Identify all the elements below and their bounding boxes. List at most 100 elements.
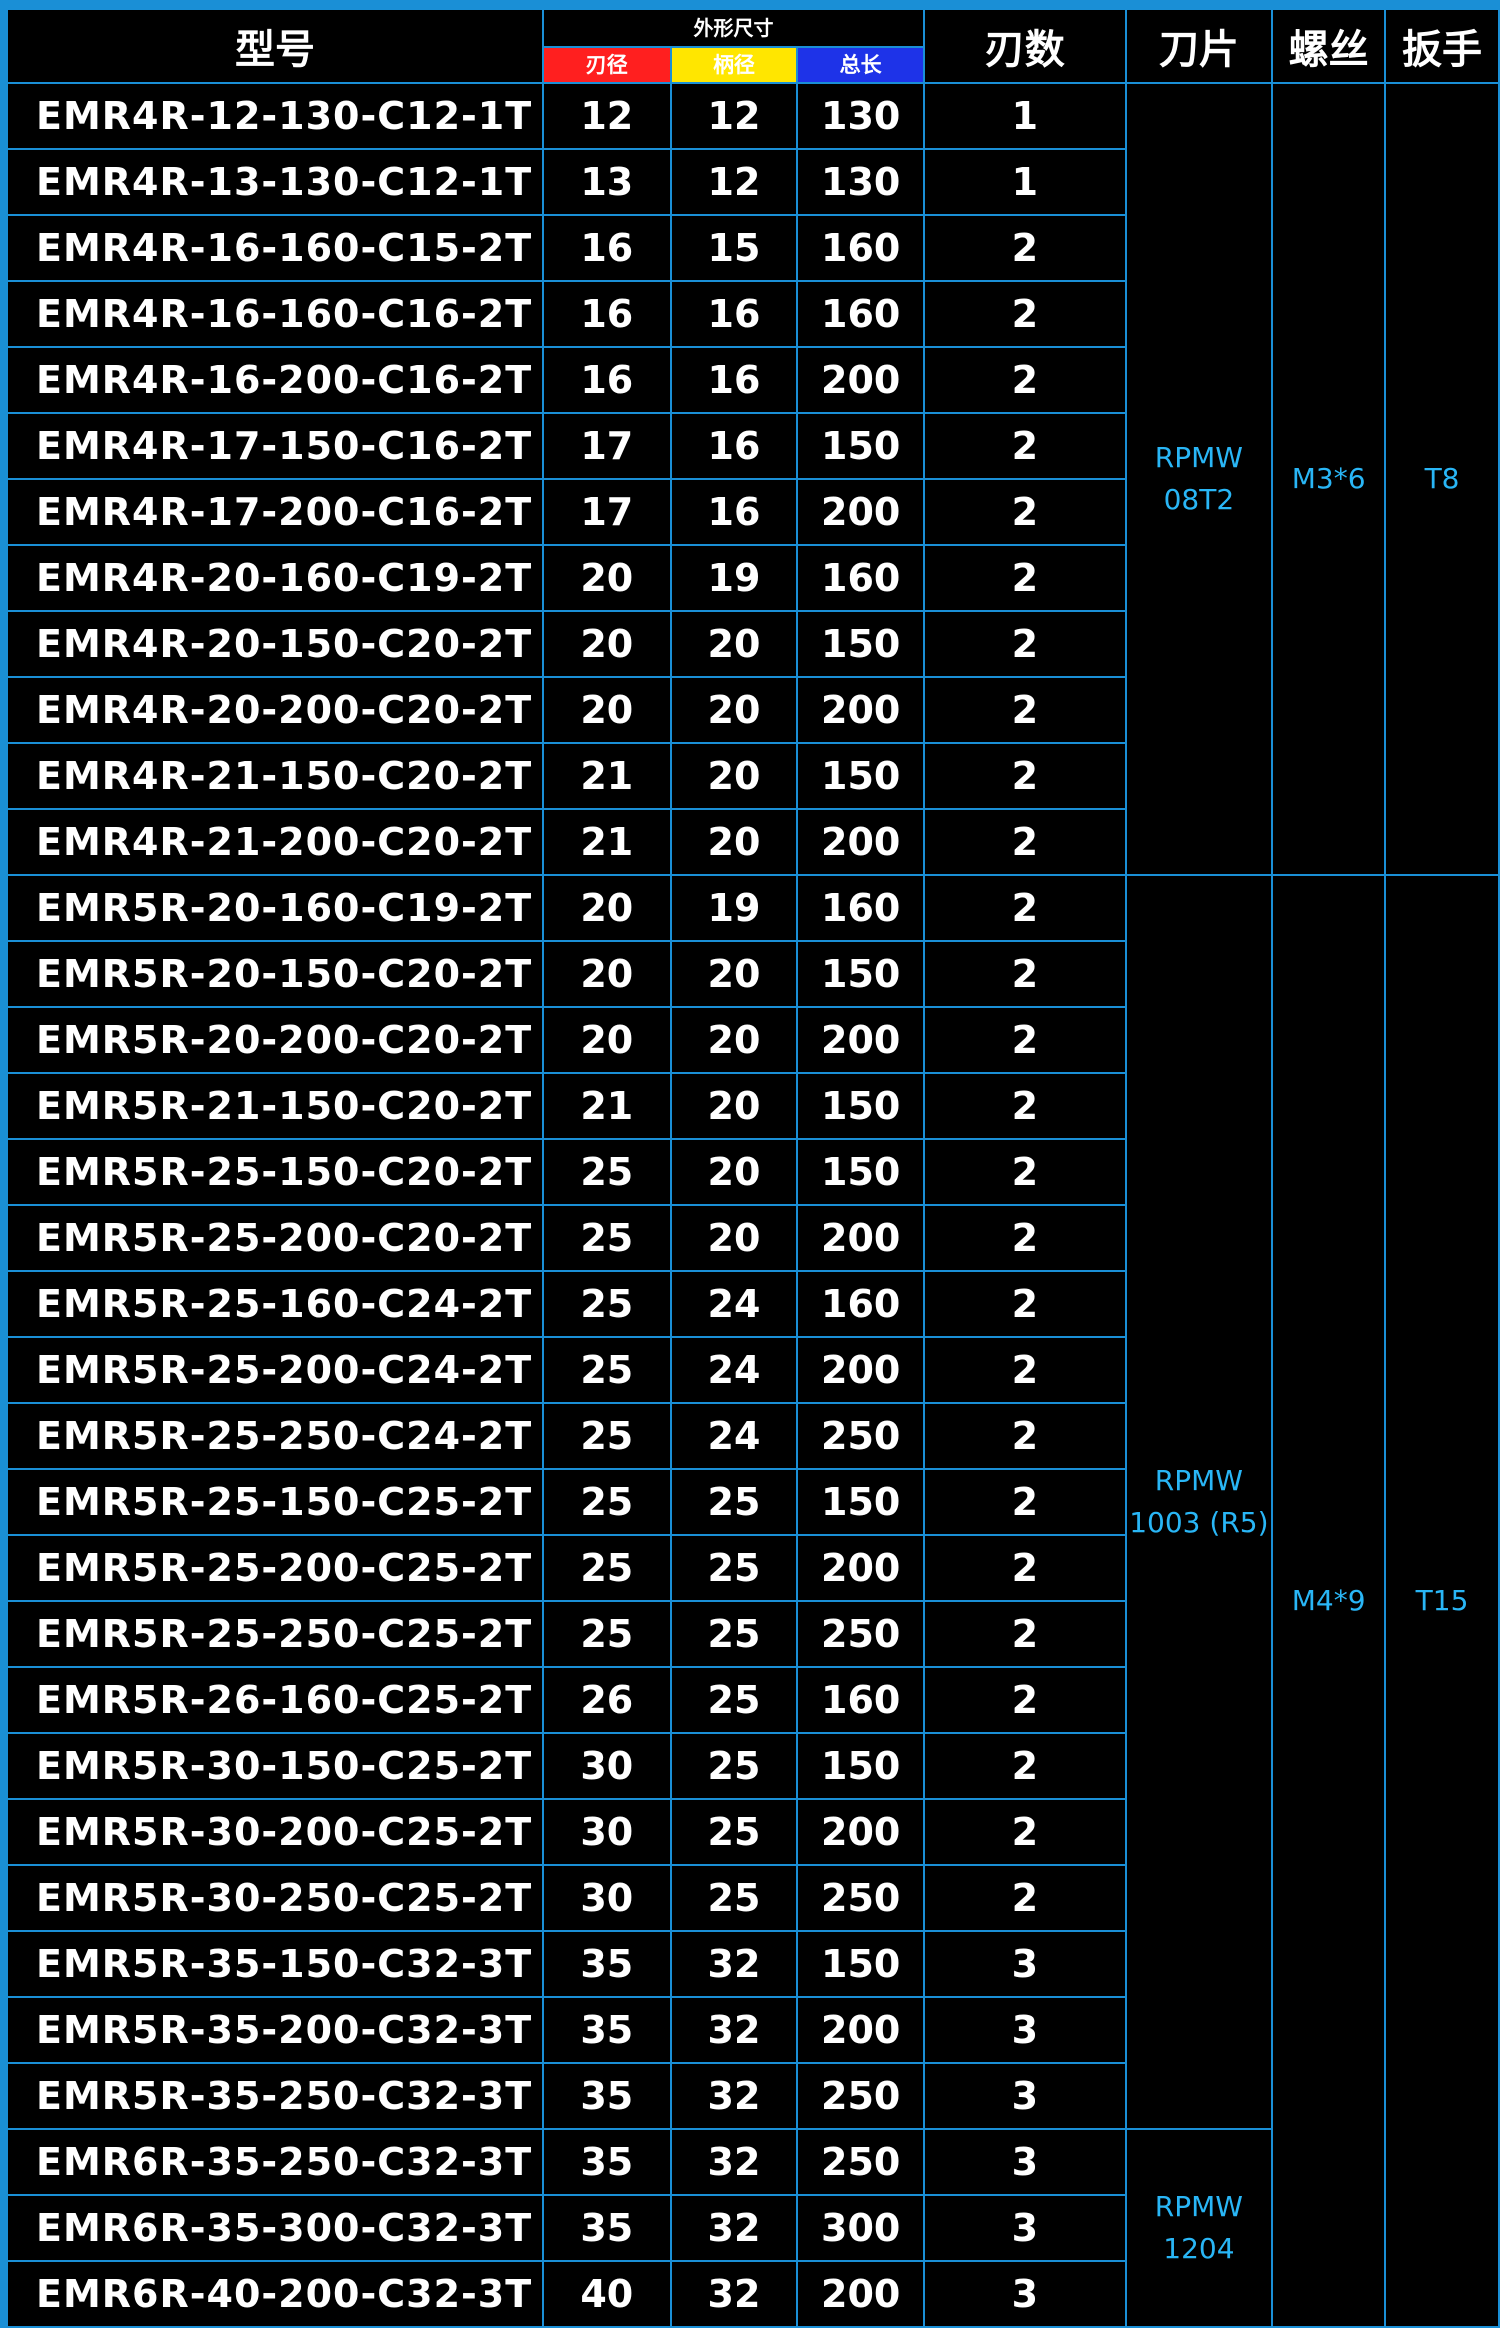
total-length-cell: 200 [796,346,926,414]
blade-diameter-cell: 25 [541,1270,672,1338]
spec-table-body: EMR4R-12-130-C12-1T 12 12 130 1 RPMW 08T2 M3*6… [6,82,1500,2328]
flutes-cell: 2 [923,1402,1127,1470]
shank-diameter-cell: 20 [669,610,799,678]
model-cell: EMR5R-20-160-C19-2T [6,874,544,942]
shank-diameter-cell: 20 [669,1138,799,1206]
blade-diameter-cell: 20 [541,940,672,1008]
shank-diameter-cell: 24 [669,1402,799,1470]
model-cell: EMR5R-21-150-C20-2T [6,1072,544,1140]
flutes-cell: 3 [923,2260,1127,2328]
header-dimensions-group: 外形尺寸 [541,8,926,48]
blade-diameter-cell: 20 [541,676,672,744]
total-length-cell: 130 [796,148,926,216]
flutes-cell: 2 [923,1732,1127,1800]
total-length-cell: 200 [796,1798,926,1866]
blade-diameter-cell: 40 [541,2260,672,2328]
flutes-cell: 1 [923,148,1127,216]
blade-diameter-cell: 25 [541,1402,672,1470]
flutes-cell: 2 [923,610,1127,678]
flutes-cell: 2 [923,1072,1127,1140]
model-cell: EMR5R-26-160-C25-2T [6,1666,544,1734]
insert-cell: RPMW 1003 (R5) [1124,874,1274,2130]
total-length-cell: 150 [796,1468,926,1536]
flutes-cell: 2 [923,676,1127,744]
model-cell: EMR5R-25-150-C25-2T [6,1468,544,1536]
insert-cell: RPMW 08T2 [1124,82,1274,876]
blade-diameter-cell: 20 [541,874,672,942]
total-length-cell: 200 [796,1534,926,1602]
flutes-cell: 2 [923,280,1127,348]
total-length-cell: 160 [796,874,926,942]
screw-cell: M3*6 [1271,82,1387,876]
model-cell: EMR5R-20-150-C20-2T [6,940,544,1008]
flutes-cell: 3 [923,2194,1127,2262]
flutes-cell: 2 [923,1336,1127,1404]
blade-diameter-cell: 16 [541,346,672,414]
total-length-cell: 200 [796,808,926,876]
wrench-cell: T15 [1384,874,1500,2328]
flutes-cell: 2 [923,1204,1127,1272]
screw-cell: M4*9 [1271,874,1387,2328]
total-length-cell: 150 [796,610,926,678]
shank-diameter-cell: 19 [669,544,799,612]
total-length-cell: 200 [796,1204,926,1272]
model-cell: EMR5R-20-200-C20-2T [6,1006,544,1074]
flutes-cell: 2 [923,742,1127,810]
blade-diameter-cell: 21 [541,742,672,810]
shank-diameter-cell: 20 [669,1204,799,1272]
blade-diameter-cell: 16 [541,280,672,348]
blade-diameter-cell: 35 [541,2128,672,2196]
total-length-cell: 150 [796,1138,926,1206]
blade-diameter-cell: 25 [541,1336,672,1404]
model-cell: EMR5R-25-200-C25-2T [6,1534,544,1602]
shank-diameter-cell: 25 [669,1600,799,1668]
shank-diameter-cell: 32 [669,2062,799,2130]
total-length-cell: 130 [796,82,926,150]
blade-diameter-cell: 17 [541,412,672,480]
model-cell: EMR4R-16-160-C16-2T [6,280,544,348]
blade-diameter-cell: 30 [541,1798,672,1866]
model-cell: EMR4R-20-160-C19-2T [6,544,544,612]
blade-diameter-cell: 17 [541,478,672,546]
header-blade-diameter: 刃径 [541,46,672,84]
blade-diameter-cell: 35 [541,2062,672,2130]
insert-cell: RPMW 1204 [1124,2128,1274,2328]
blade-diameter-cell: 26 [541,1666,672,1734]
flutes-cell: 2 [923,1006,1127,1074]
model-cell: EMR6R-35-300-C32-3T [6,2194,544,2262]
model-cell: EMR6R-40-200-C32-3T [6,2260,544,2328]
flutes-cell: 3 [923,1930,1127,1998]
header-shank-diameter: 柄径 [669,46,799,84]
shank-diameter-cell: 25 [669,1666,799,1734]
model-cell: EMR4R-16-200-C16-2T [6,346,544,414]
wrench-cell: T8 [1384,82,1500,876]
shank-diameter-cell: 16 [669,346,799,414]
shank-diameter-cell: 25 [669,1864,799,1932]
blade-diameter-cell: 12 [541,82,672,150]
flutes-cell: 2 [923,1468,1127,1536]
total-length-cell: 250 [796,2062,926,2130]
total-length-cell: 160 [796,544,926,612]
flutes-cell: 3 [923,2128,1127,2196]
blade-diameter-cell: 21 [541,1072,672,1140]
header-wrench: 扳手 [1384,8,1500,84]
shank-diameter-cell: 20 [669,1072,799,1140]
model-cell: EMR4R-20-150-C20-2T [6,610,544,678]
header-screw: 螺丝 [1271,8,1387,84]
model-cell: EMR4R-20-200-C20-2T [6,676,544,744]
shank-diameter-cell: 32 [669,2194,799,2262]
header-model: 型号 [6,8,544,84]
flutes-cell: 2 [923,1534,1127,1602]
shank-diameter-cell: 16 [669,478,799,546]
shank-diameter-cell: 24 [669,1336,799,1404]
flutes-cell: 2 [923,808,1127,876]
header-flutes: 刃数 [923,8,1127,84]
model-cell: EMR4R-21-150-C20-2T [6,742,544,810]
total-length-cell: 200 [796,478,926,546]
shank-diameter-cell: 20 [669,808,799,876]
table-row: EMR5R-20-160-C19-2T 20 19 160 2 RPMW 1003 (R5… [6,874,1500,2328]
flutes-cell: 2 [923,940,1127,1008]
flutes-cell: 2 [923,1864,1127,1932]
flutes-cell: 2 [923,1138,1127,1206]
blade-diameter-cell: 25 [541,1468,672,1536]
